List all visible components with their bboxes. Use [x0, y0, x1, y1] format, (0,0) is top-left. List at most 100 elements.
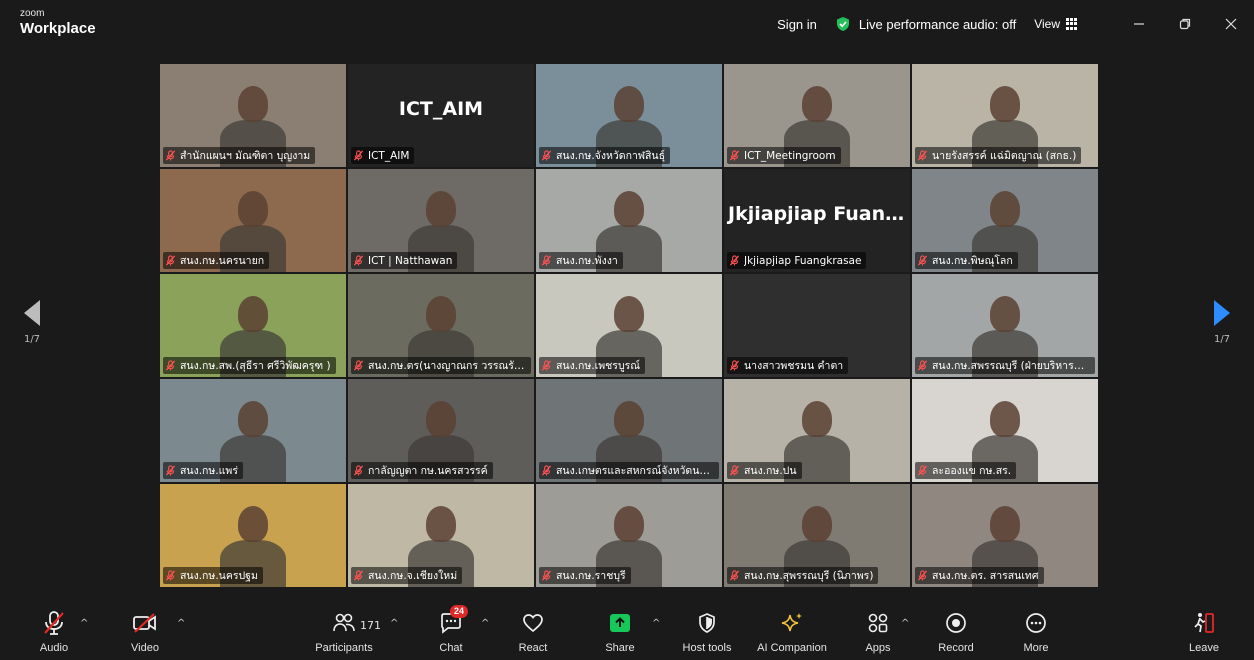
video-button[interactable]: Video	[127, 600, 163, 660]
participant-name-label: สนง.กษ.จังหวัดกาฬสินธุ์	[539, 147, 671, 164]
participants-options-chevron-icon[interactable]: ^	[390, 618, 398, 629]
participant-head	[426, 506, 456, 542]
share-options-chevron-icon[interactable]: ^	[652, 618, 660, 629]
participant-name-label: สนง.กษ.เพชรบูรณ์	[539, 357, 645, 374]
audio-status[interactable]: Live performance audio: off	[835, 16, 1016, 32]
video-options-chevron-icon[interactable]: ^	[177, 618, 185, 629]
sparkle-icon	[779, 610, 805, 636]
host-tools-button[interactable]: Host tools	[676, 600, 738, 660]
participant-tile[interactable]: นายรังสรรค์ แฉ่มิตญาณ (สกธ.)	[912, 64, 1098, 167]
react-label: React	[518, 642, 548, 654]
view-button[interactable]: View	[1034, 17, 1078, 31]
participant-tile[interactable]: สนง.กษ.ตร(นางญาณกร วรรณรัต...	[348, 274, 534, 377]
participant-name-label: Jkjiapjiap Fuangkrasae	[727, 252, 867, 269]
participant-tile[interactable]: กาลัญญตา กษ.นครสวรรค์	[348, 379, 534, 482]
participant-name-label: นายรังสรรค์ แฉ่มิตญาณ (สกธ.)	[915, 147, 1082, 164]
muted-mic-icon	[729, 150, 740, 161]
app-logo: zoom Workplace	[20, 9, 96, 37]
muted-mic-icon	[541, 150, 552, 161]
participant-head	[802, 506, 832, 542]
participant-tile[interactable]: สนง.กษ.ราชบุรี	[536, 484, 722, 587]
previous-page-button[interactable]: 1/7	[17, 300, 47, 345]
participant-tile[interactable]: สนง.กษ.สุพรรณบุรี (นิภาพร)	[724, 484, 910, 587]
close-button[interactable]	[1208, 0, 1254, 48]
record-button[interactable]: Record	[934, 600, 978, 660]
audio-options-chevron-icon[interactable]: ^	[80, 618, 88, 629]
participant-head	[802, 401, 832, 437]
restore-button[interactable]	[1162, 0, 1208, 48]
participant-tile[interactable]: สนง.กษ.นครนายก	[160, 169, 346, 272]
chat-button[interactable]: 24 Chat	[433, 600, 469, 660]
muted-mic-icon	[917, 150, 928, 161]
chat-unread-badge: 24	[450, 605, 469, 618]
chat-options-chevron-icon[interactable]: ^	[481, 618, 489, 629]
participant-name: สนง.กษ.สพ.(สุธีรา ศรีวิพัฒครุฑ )	[180, 360, 331, 372]
participant-tile[interactable]: Jkjiapjiap Fuan... Jkjiapjiap Fuangkrasae	[724, 169, 910, 272]
video-off-icon	[132, 610, 158, 636]
participant-name-label: สนง.กษ.สพ.(สุธีรา ศรีวิพัฒครุฑ )	[163, 357, 336, 374]
participant-tile[interactable]: สนง.กษ.เพชรบูรณ์	[536, 274, 722, 377]
participant-tile[interactable]: สนง.กษ.พังงา	[536, 169, 722, 272]
participant-head	[614, 506, 644, 542]
participant-name-label: สนง.กษ.จ.เชียงใหม่	[351, 567, 463, 584]
participant-tile[interactable]: ละอองแข กษ.สร.	[912, 379, 1098, 482]
participant-head	[614, 191, 644, 227]
ai-companion-button[interactable]: AI Companion	[752, 600, 832, 660]
participant-head	[238, 401, 268, 437]
more-button[interactable]: More	[1018, 600, 1054, 660]
participant-tile[interactable]: นางสาวพชรมน คำตา	[724, 274, 910, 377]
participant-head	[238, 296, 268, 332]
minimize-button[interactable]	[1116, 0, 1162, 48]
participant-name-label: สนง.กษ.สพรรณบุรี (ฝ่ายบริหารทั่...	[915, 357, 1095, 374]
participant-name: สนง.กษ.นครนายก	[180, 255, 265, 267]
leave-icon	[1191, 610, 1217, 636]
participant-head	[426, 191, 456, 227]
apps-options-chevron-icon[interactable]: ^	[901, 618, 909, 629]
participant-tile[interactable]: ICT_Meetingroom	[724, 64, 910, 167]
participant-name-label: สนง.กษ.แพร่	[163, 462, 243, 479]
participant-name: สำนักแผนฯ มัณฑิตา บุญงาม	[180, 150, 311, 162]
apps-button[interactable]: Apps	[860, 600, 896, 660]
participant-tile[interactable]: ICT_AIM ICT_AIM	[348, 64, 534, 167]
participant-tile[interactable]: สนง.กษ.จ.เชียงใหม่	[348, 484, 534, 587]
participant-tile[interactable]: สำนักแผนฯ มัณฑิตา บุญงาม	[160, 64, 346, 167]
arrow-left-icon	[24, 300, 40, 326]
participant-tile[interactable]: สนง.กษ.ตร. สารสนเทศ	[912, 484, 1098, 587]
participant-name: สนง.กษ.จ.เชียงใหม่	[368, 570, 458, 582]
participant-head	[614, 401, 644, 437]
participant-tile[interactable]: สนง.กษ.สพรรณบุรี (ฝ่ายบริหารทั่...	[912, 274, 1098, 377]
participant-name-label: นางสาวพชรมน คำตา	[727, 357, 849, 374]
participant-name: ICT_Meetingroom	[744, 149, 836, 162]
ai-companion-label: AI Companion	[757, 642, 827, 654]
muted-mic-icon	[729, 255, 740, 266]
audio-button[interactable]: Audio	[36, 600, 72, 660]
muted-mic-icon	[165, 465, 176, 476]
participant-tile[interactable]: สนง.กษ.จังหวัดกาฬสินธุ์	[536, 64, 722, 167]
sign-in-link[interactable]: Sign in	[777, 17, 817, 32]
participant-head	[238, 86, 268, 122]
leave-button[interactable]: Leave	[1186, 600, 1222, 660]
participant-name: สนง.กษ.ตร(นางญาณกร วรรณรัต...	[368, 360, 526, 372]
participant-tile[interactable]: สนง.กษ.ปน	[724, 379, 910, 482]
participant-name-label: สนง.กษ.พิษณุโลก	[915, 252, 1018, 269]
participant-tile[interactable]: สนง.กษ.แพร่	[160, 379, 346, 482]
react-button[interactable]: React	[513, 600, 553, 660]
participant-tile[interactable]: สนง.กษ.พิษณุโลก	[912, 169, 1098, 272]
apps-icon	[865, 610, 891, 636]
participant-name: สนง.กษ.นครปฐม	[180, 570, 258, 582]
participant-name-label: สนง.กษ.ตร(นางญาณกร วรรณรัต...	[351, 357, 531, 374]
participant-name: นายรังสรรค์ แฉ่มิตญาณ (สกธ.)	[932, 150, 1077, 162]
more-label: More	[1023, 642, 1049, 654]
participant-name: สนง.กษ.จังหวัดกาฬสินธุ์	[556, 150, 666, 162]
host-shield-icon	[694, 610, 720, 636]
apps-label: Apps	[865, 642, 891, 654]
view-label: View	[1034, 17, 1060, 31]
participant-tile[interactable]: สนง.เกษตรและสหกรณ์จังหวัดนคร...	[536, 379, 722, 482]
next-page-button[interactable]: 1/7	[1207, 300, 1237, 345]
heart-icon	[520, 610, 546, 636]
participant-tile[interactable]: สนง.กษ.สพ.(สุธีรา ศรีวิพัฒครุฑ )	[160, 274, 346, 377]
participant-tile[interactable]: ICT | Natthawan	[348, 169, 534, 272]
muted-mic-icon	[541, 255, 552, 266]
share-button[interactable]: Share	[600, 600, 640, 660]
participant-tile[interactable]: สนง.กษ.นครปฐม	[160, 484, 346, 587]
